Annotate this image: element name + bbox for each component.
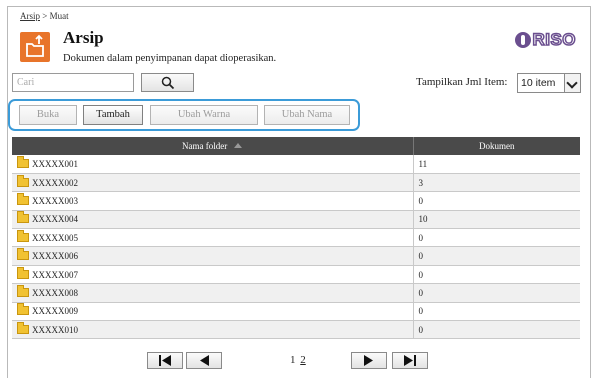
folder-name-cell: XXXXX008 [12, 283, 414, 303]
folder-name: XXXXX001 [32, 158, 78, 169]
table-row[interactable]: XXXXX009 0 [12, 302, 580, 322]
search-icon [161, 76, 175, 90]
chevron-down-icon [564, 74, 580, 92]
search-input[interactable] [12, 73, 134, 92]
folder-icon [17, 248, 29, 261]
page-numbers: 1 2 [290, 354, 306, 366]
folder-name-cell: XXXXX001 [12, 155, 414, 174]
table-row[interactable]: XXXXX008 0 [12, 283, 580, 303]
table-row[interactable]: XXXXX010 0 [12, 320, 580, 340]
folder-name-cell: XXXXX004 [12, 210, 414, 230]
last-page-icon [404, 355, 416, 366]
column-header-documents[interactable]: Dokumen [413, 137, 580, 155]
previous-page-icon [200, 355, 209, 366]
change-color-button[interactable]: Ubah Warna [150, 105, 258, 125]
folder-icon [17, 174, 29, 187]
previous-page-button[interactable] [186, 352, 222, 369]
folder-name: XXXXX005 [32, 232, 78, 243]
column-header-folder-name[interactable]: Nama folder [12, 137, 414, 155]
riso-logo-text: RISO [532, 29, 577, 50]
folder-icon [17, 192, 29, 205]
folder-name: XXXXX002 [32, 177, 78, 188]
document-count: 0 [413, 283, 580, 303]
next-page-icon [364, 355, 373, 366]
breadcrumb: Arsip > Muat [20, 11, 69, 21]
riso-logo-mark [515, 32, 532, 48]
items-per-page-value: 10 item [521, 77, 556, 89]
column-header-folder-name-label: Nama folder [182, 141, 228, 151]
folder-icon [17, 211, 29, 224]
items-per-page-label: Tampilkan Jml Item: [416, 76, 508, 88]
table-row[interactable]: XXXXX001 11 [12, 155, 580, 174]
folder-name-cell: XXXXX006 [12, 246, 414, 266]
last-page-button[interactable] [392, 352, 428, 369]
document-count: 0 [413, 302, 580, 322]
document-count: 0 [413, 265, 580, 285]
folder-icon [17, 284, 29, 297]
table-header-row: Nama folder Dokumen [12, 137, 580, 155]
table-row[interactable]: XXXXX003 0 [12, 191, 580, 211]
folder-name-cell: XXXXX010 [12, 320, 414, 340]
page-title: Arsip [63, 28, 104, 47]
folder-name-cell: XXXXX005 [12, 228, 414, 248]
folder-name-cell: XXXXX002 [12, 173, 414, 193]
breadcrumb-current: Muat [49, 11, 69, 21]
folder-name-cell: XXXXX009 [12, 302, 414, 322]
page-link-2[interactable]: 2 [300, 354, 306, 366]
table-row[interactable]: XXXXX004 10 [12, 210, 580, 230]
breadcrumb-link-arsip[interactable]: Arsip [20, 11, 40, 21]
current-page: 1 [290, 354, 296, 366]
document-count: 0 [413, 246, 580, 266]
document-count: 0 [413, 228, 580, 248]
document-count: 10 [413, 210, 580, 230]
table-row[interactable]: XXXXX006 0 [12, 246, 580, 266]
document-count: 0 [413, 191, 580, 211]
folder-table: Nama folder Dokumen XXXXX001 11 XXXXX002… [12, 137, 580, 340]
upload-folder-icon [20, 32, 50, 62]
folder-icon [17, 303, 29, 316]
folder-icon [17, 321, 29, 334]
sort-ascending-icon [234, 143, 243, 148]
document-count: 11 [413, 155, 580, 174]
table-row[interactable]: XXXXX002 3 [12, 173, 580, 193]
first-page-button[interactable] [147, 352, 183, 369]
folder-icon [17, 155, 29, 168]
document-count: 0 [413, 320, 580, 340]
folder-name-cell: XXXXX007 [12, 265, 414, 285]
search-button[interactable] [141, 73, 194, 92]
folder-name: XXXXX010 [32, 324, 78, 335]
rename-button[interactable]: Ubah Nama [264, 105, 350, 125]
document-count: 3 [413, 173, 580, 193]
folder-name: XXXXX003 [32, 195, 78, 206]
folder-name: XXXXX007 [32, 269, 78, 280]
riso-logo: RISO [515, 29, 577, 50]
open-button[interactable]: Buka [19, 105, 77, 125]
add-button[interactable]: Tambah [83, 105, 143, 125]
folder-icon [17, 266, 29, 279]
folder-name: XXXXX008 [32, 287, 78, 298]
items-per-page-select[interactable]: 10 item [517, 73, 581, 93]
folder-icon [17, 229, 29, 242]
breadcrumb-separator: > [42, 11, 48, 21]
next-page-button[interactable] [351, 352, 387, 369]
folder-name: XXXXX004 [32, 214, 78, 225]
folder-name: XXXXX009 [32, 306, 78, 317]
folder-name-cell: XXXXX003 [12, 191, 414, 211]
table-row[interactable]: XXXXX005 0 [12, 228, 580, 248]
first-page-icon [159, 355, 171, 366]
page-subtitle: Dokumen dalam penyimpanan dapat dioperas… [63, 53, 277, 64]
folder-name: XXXXX006 [32, 251, 78, 262]
table-row[interactable]: XXXXX007 0 [12, 265, 580, 285]
